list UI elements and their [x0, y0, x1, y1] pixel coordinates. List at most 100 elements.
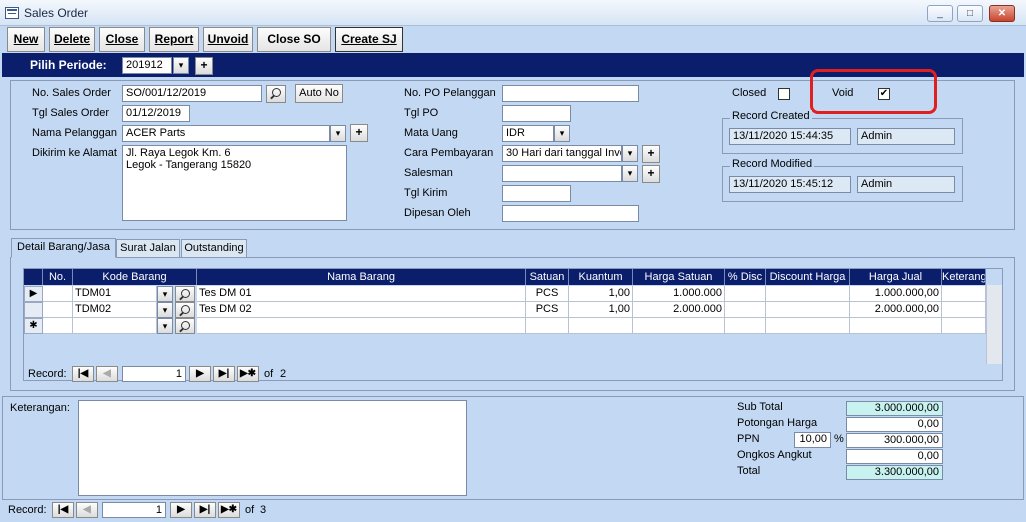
col-disc[interactable]: % Disc [725, 269, 766, 285]
period-add-button[interactable]: + [195, 57, 213, 75]
table-row-kuantum[interactable]: 1,00 [569, 302, 633, 318]
new-row-harga[interactable] [633, 318, 725, 334]
new-row-nama[interactable] [197, 318, 526, 334]
salesman-select[interactable] [502, 165, 622, 182]
col-harga-satuan[interactable]: Harga Satuan [633, 269, 725, 285]
kode-dropdown-icon[interactable]: ▾ [157, 302, 173, 318]
row-selector-current[interactable]: ▶ [24, 286, 43, 302]
maximize-button[interactable]: □ [957, 5, 983, 22]
first-record-button[interactable]: |◀ [52, 502, 74, 518]
new-row-disc-harga[interactable] [766, 318, 850, 334]
table-row-satuan[interactable]: PCS [526, 286, 569, 302]
table-row-nama[interactable]: Tes DM 02 [197, 302, 526, 318]
grid-next-record-button[interactable]: ▶ [189, 366, 211, 382]
table-row-jual[interactable]: 1.000.000,00 [850, 286, 942, 302]
table-row-no[interactable] [43, 286, 73, 302]
kode-dropdown-icon[interactable]: ▾ [157, 318, 173, 334]
grid-vertical-scrollbar[interactable] [986, 285, 1002, 364]
salesman-add-button[interactable]: + [642, 165, 660, 183]
minimize-button[interactable]: _ [927, 5, 953, 22]
prev-record-button[interactable]: ◀ [76, 502, 98, 518]
table-row-disc-harga[interactable] [766, 302, 850, 318]
create-sj-button[interactable]: Create SJ [335, 27, 403, 52]
new-row-no[interactable] [43, 318, 73, 334]
pelanggan-select[interactable]: ACER Parts [122, 125, 330, 142]
table-row-ket[interactable] [942, 302, 986, 318]
auto-no-button[interactable]: Auto No [295, 84, 343, 103]
table-row-harga[interactable]: 1.000.000 [633, 286, 725, 302]
table-row-jual[interactable]: 2.000.000,00 [850, 302, 942, 318]
report-button[interactable]: Report [149, 27, 199, 52]
tab-outstanding[interactable]: Outstanding [181, 239, 247, 258]
grid-first-record-button[interactable]: |◀ [72, 366, 94, 382]
col-satuan[interactable]: Satuan [526, 269, 569, 285]
col-keterangan[interactable]: Keterangan [942, 269, 986, 285]
cara-bayar-add-button[interactable]: + [642, 145, 660, 163]
unvoid-button[interactable]: Unvoid [203, 27, 253, 52]
col-discount-harga[interactable]: Discount Harga [766, 269, 850, 285]
table-row-kode[interactable]: TDM02 [73, 302, 157, 318]
keterangan-textarea[interactable] [78, 400, 467, 496]
grid-record-number[interactable]: 1 [122, 366, 186, 382]
table-row-kuantum[interactable]: 1,00 [569, 286, 633, 302]
grid-new-record-button[interactable]: ▶✱ [237, 366, 259, 382]
ongkos-input[interactable]: 0,00 [846, 449, 943, 464]
table-row-kode[interactable]: TDM01 [73, 286, 157, 302]
pelanggan-add-button[interactable]: + [350, 124, 368, 142]
ppn-percent-input[interactable]: 10,00 [794, 432, 831, 448]
delete-button[interactable]: Delete [49, 27, 95, 52]
close-window-button[interactable]: ✕ [989, 5, 1015, 22]
last-record-button[interactable]: ▶| [194, 502, 216, 518]
grid-prev-record-button[interactable]: ◀ [96, 366, 118, 382]
col-nama[interactable]: Nama Barang [197, 269, 526, 285]
row-selector-new[interactable]: ✱ [24, 318, 43, 334]
table-row-ket[interactable] [942, 286, 986, 302]
period-dropdown-icon[interactable]: ▾ [173, 57, 189, 74]
new-row-satuan[interactable] [526, 318, 569, 334]
table-row-no[interactable] [43, 302, 73, 318]
kode-search-icon[interactable] [175, 302, 195, 318]
grid-last-record-button[interactable]: ▶| [213, 366, 235, 382]
table-row-disc-harga[interactable] [766, 286, 850, 302]
col-harga-jual[interactable]: Harga Jual [850, 269, 942, 285]
closed-checkbox[interactable] [778, 88, 790, 100]
void-checkbox[interactable]: ✔ [878, 88, 890, 100]
kode-search-icon[interactable] [175, 286, 195, 302]
tgl-so-input[interactable]: 01/12/2019 [122, 105, 190, 122]
record-number[interactable]: 1 [102, 502, 166, 518]
row-selector[interactable] [24, 302, 43, 318]
table-row-satuan[interactable]: PCS [526, 302, 569, 318]
kode-search-icon[interactable] [175, 318, 195, 334]
alamat-textarea[interactable]: Jl. Raya Legok Km. 6 Legok - Tangerang 1… [122, 145, 347, 221]
no-so-input[interactable]: SO/001/12/2019 [122, 85, 262, 102]
cara-bayar-dropdown-icon[interactable]: ▾ [622, 145, 638, 162]
period-select[interactable]: 201912 [122, 57, 172, 74]
new-row-ket[interactable] [942, 318, 986, 334]
pelanggan-dropdown-icon[interactable]: ▾ [330, 125, 346, 142]
salesman-dropdown-icon[interactable]: ▾ [622, 165, 638, 182]
col-no[interactable]: No. [43, 269, 73, 285]
new-record-button[interactable]: ▶✱ [218, 502, 240, 518]
close-button[interactable]: Close [99, 27, 145, 52]
po-input[interactable] [502, 85, 639, 102]
potongan-input[interactable]: 0,00 [846, 417, 943, 432]
tab-surat-jalan[interactable]: Surat Jalan [116, 239, 180, 258]
cara-bayar-select[interactable]: 30 Hari dari tanggal Invo [502, 145, 622, 162]
col-kuantum[interactable]: Kuantum [569, 269, 633, 285]
tgl-po-input[interactable] [502, 105, 571, 122]
table-row-harga[interactable]: 2.000.000 [633, 302, 725, 318]
table-row-nama[interactable]: Tes DM 01 [197, 286, 526, 302]
dipesan-input[interactable] [502, 205, 639, 222]
kode-dropdown-icon[interactable]: ▾ [157, 286, 173, 302]
new-row-kuantum[interactable] [569, 318, 633, 334]
col-kode[interactable]: Kode Barang [73, 269, 197, 285]
table-row-disc[interactable] [725, 302, 766, 318]
new-row-kode[interactable] [73, 318, 157, 334]
mata-uang-dropdown-icon[interactable]: ▾ [554, 125, 570, 142]
tgl-kirim-input[interactable] [502, 185, 571, 202]
tab-detail[interactable]: Detail Barang/Jasa [11, 238, 116, 258]
table-row-disc[interactable] [725, 286, 766, 302]
new-row-jual[interactable] [850, 318, 942, 334]
mata-uang-select[interactable]: IDR [502, 125, 554, 142]
search-icon[interactable] [266, 85, 286, 103]
